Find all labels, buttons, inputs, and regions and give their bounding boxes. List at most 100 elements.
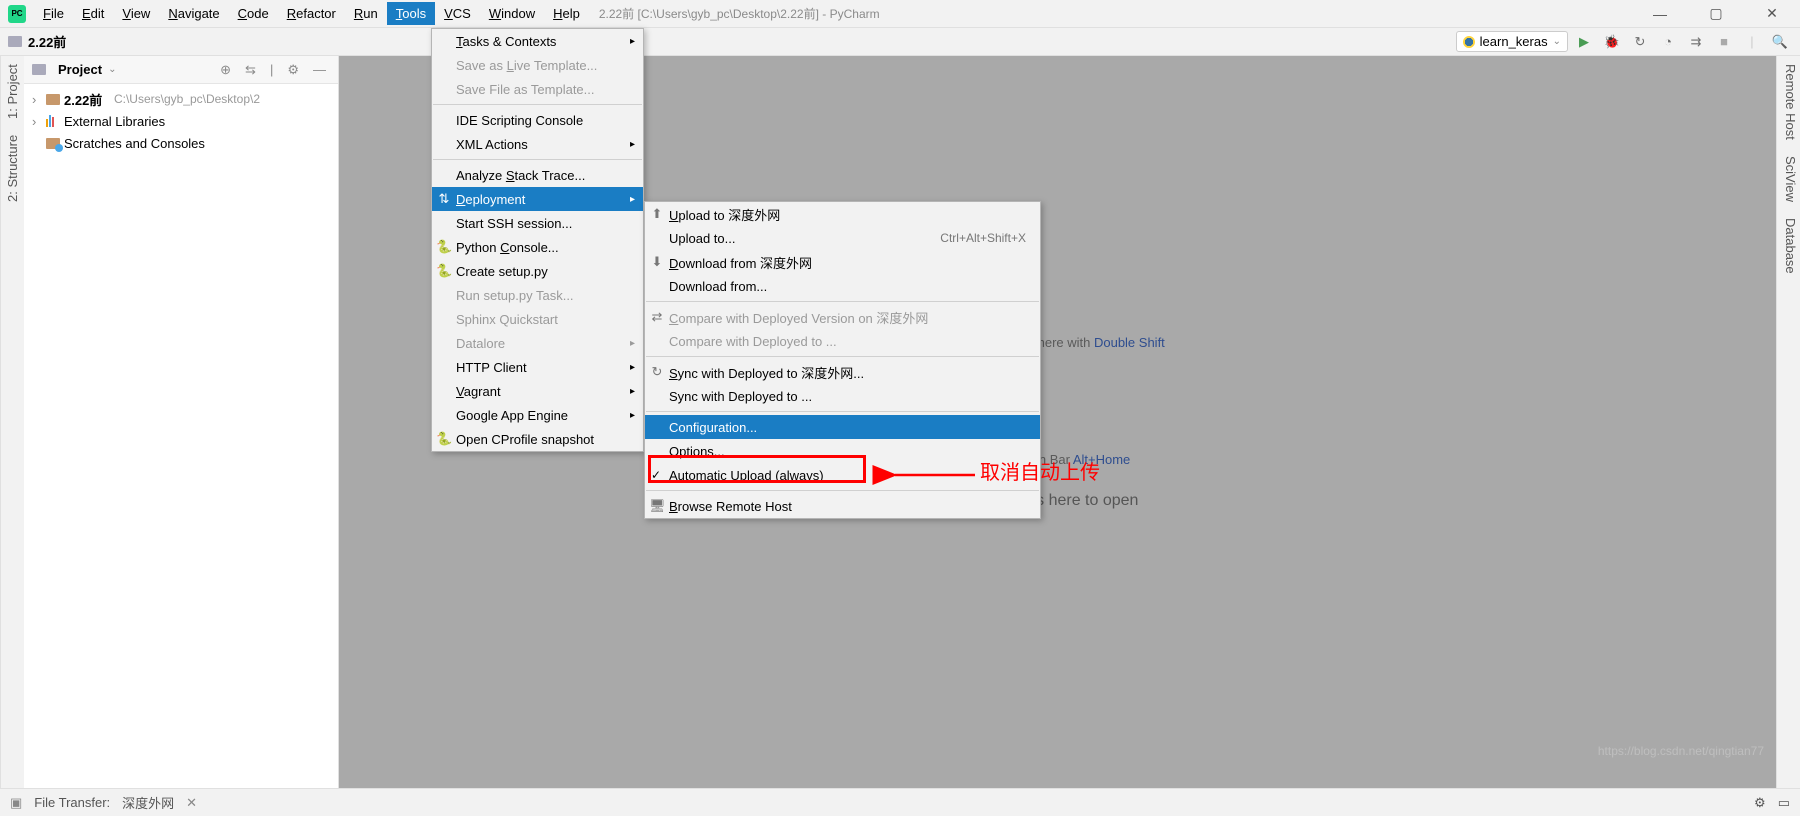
project-panel-header: Project ⌄ ⊕ ⇆ | ⚙ — bbox=[24, 56, 338, 84]
tools-item-vagrant[interactable]: Vagrant▸ bbox=[432, 379, 643, 403]
watermark: https://blog.csdn.net/qingtian77 bbox=[1598, 744, 1764, 758]
tools-item-datalore: Datalore▸ bbox=[432, 331, 643, 355]
tools-item-open-cprofile-snapshot[interactable]: 🐍Open CProfile snapshot bbox=[432, 427, 643, 451]
deploy-item-options[interactable]: Options... bbox=[645, 439, 1040, 463]
deploy-item-compare-with-deployed-to: Compare with Deployed to ... bbox=[645, 329, 1040, 353]
sciview-tab[interactable]: SciView bbox=[1779, 156, 1798, 202]
menu-run[interactable]: Run bbox=[345, 2, 387, 25]
tools-item-http-client[interactable]: HTTP Client▸ bbox=[432, 355, 643, 379]
menu-help[interactable]: Help bbox=[544, 2, 589, 25]
breadcrumb[interactable]: 2.22前 bbox=[28, 32, 66, 51]
folder-icon bbox=[8, 36, 22, 47]
tool-window-button[interactable]: ▣ bbox=[10, 795, 22, 811]
app-icon: PC bbox=[8, 5, 26, 23]
menu-refactor[interactable]: Refactor bbox=[278, 2, 345, 25]
project-tab[interactable]: 1: Project bbox=[3, 64, 22, 119]
file-transfer-server[interactable]: 深度外网 bbox=[122, 793, 174, 812]
submenu-arrow-icon: ▸ bbox=[630, 139, 635, 150]
host-icon: 🖥 bbox=[649, 498, 665, 514]
deploy-item-sync-with-deployed-to[interactable]: Sync with Deployed to ... bbox=[645, 384, 1040, 408]
submenu-arrow-icon: ▸ bbox=[630, 362, 635, 373]
menu-file[interactable]: File bbox=[34, 2, 73, 25]
expand-all-button[interactable]: ⇆ bbox=[241, 62, 260, 78]
stop-button[interactable]: ■ bbox=[1712, 30, 1736, 54]
divider: | bbox=[1740, 30, 1764, 54]
deploy-item-automatic-upload-always[interactable]: ✓Automatic Upload (always) bbox=[645, 463, 1040, 487]
deploy-item-upload-to[interactable]: ⬆Upload to 深度外网 bbox=[645, 202, 1040, 226]
deployment-submenu-popup: ⬆Upload to 深度外网Upload to...Ctrl+Alt+Shif… bbox=[644, 201, 1041, 519]
module-icon bbox=[46, 94, 60, 105]
tree-scratches[interactable]: Scratches and Consoles bbox=[24, 132, 338, 154]
menu-vcs[interactable]: VCS bbox=[435, 2, 480, 25]
menu-separator bbox=[646, 301, 1039, 302]
coverage-button[interactable]: ↻ bbox=[1628, 30, 1652, 54]
menu-separator bbox=[646, 490, 1039, 491]
up-icon: ⬆ bbox=[649, 206, 665, 222]
menu-tools[interactable]: Tools bbox=[387, 2, 435, 25]
tools-item-xml-actions[interactable]: XML Actions▸ bbox=[432, 132, 643, 156]
tools-item-deployment[interactable]: ⇅Deployment▸ bbox=[432, 187, 643, 211]
menu-separator bbox=[433, 104, 642, 105]
tree-external-libraries[interactable]: › External Libraries bbox=[24, 110, 338, 132]
project-panel-title: Project bbox=[58, 62, 102, 77]
shortcut-label: Ctrl+Alt+Shift+X bbox=[940, 231, 1026, 245]
deploy-item-upload-to[interactable]: Upload to...Ctrl+Alt+Shift+X bbox=[645, 226, 1040, 250]
settings-icon[interactable]: ⚙ bbox=[283, 62, 303, 78]
database-tab[interactable]: Database bbox=[1779, 218, 1798, 274]
divider: | bbox=[266, 62, 277, 77]
concurrency-button[interactable]: ⇉ bbox=[1684, 30, 1708, 54]
status-bar: ▣ File Transfer: 深度外网 ✕ ⚙ ▭ bbox=[0, 788, 1800, 816]
minimize-button[interactable]: — bbox=[1632, 0, 1688, 28]
debug-button[interactable]: 🐞 bbox=[1600, 30, 1624, 54]
tools-item-create-setup-py[interactable]: 🐍Create setup.py bbox=[432, 259, 643, 283]
submenu-arrow-icon: ▸ bbox=[630, 36, 635, 47]
deploy-item-compare-with-deployed-version-on: ⇄Compare with Deployed Version on 深度外网 bbox=[645, 305, 1040, 329]
deploy-item-download-from[interactable]: Download from... bbox=[645, 274, 1040, 298]
hide-button[interactable]: — bbox=[309, 62, 330, 77]
menu-separator bbox=[433, 159, 642, 160]
remote-host-tab[interactable]: Remote Host bbox=[1779, 64, 1798, 140]
window-controls: — ▢ ✕ bbox=[1632, 0, 1800, 28]
python-icon bbox=[1463, 36, 1475, 48]
menu-code[interactable]: Code bbox=[229, 2, 278, 25]
run-button[interactable]: ▶ bbox=[1572, 30, 1596, 54]
chevron-right-icon[interactable]: › bbox=[32, 114, 42, 129]
tools-menu-popup: Tasks & Contexts▸Save as Live Template..… bbox=[431, 28, 644, 452]
menu-edit[interactable]: Edit bbox=[73, 2, 113, 25]
tools-item-google-app-engine[interactable]: Google App Engine▸ bbox=[432, 403, 643, 427]
check-icon: ✓ bbox=[651, 468, 661, 482]
tools-item-save-file-as-template: Save File as Template... bbox=[432, 77, 643, 101]
profile-button[interactable]: ◔ bbox=[1656, 30, 1680, 54]
tree-root[interactable]: › 2.22前 C:\Users\gyb_pc\Desktop\2 bbox=[24, 88, 338, 110]
event-log-icon[interactable]: ⚙ bbox=[1754, 795, 1766, 811]
deploy-item-sync-with-deployed-to[interactable]: ↻Sync with Deployed to 深度外网... bbox=[645, 360, 1040, 384]
deploy-item-download-from[interactable]: ⬇Download from 深度外网 bbox=[645, 250, 1040, 274]
py-icon: 🐍 bbox=[436, 431, 452, 447]
menu-navigate[interactable]: Navigate bbox=[159, 2, 228, 25]
deploy-item-browse-remote-host[interactable]: 🖥Browse Remote Host bbox=[645, 494, 1040, 518]
project-icon bbox=[32, 64, 46, 75]
deploy-item-configuration[interactable]: Configuration... bbox=[645, 415, 1040, 439]
chevron-right-icon[interactable]: › bbox=[32, 92, 42, 107]
select-opened-file-button[interactable]: ⊕ bbox=[216, 62, 235, 78]
menu-window[interactable]: Window bbox=[480, 2, 544, 25]
window-title: 2.22前 [C:\Users\gyb_pc\Desktop\2.22前] - … bbox=[599, 5, 880, 22]
tools-item-ide-scripting-console[interactable]: IDE Scripting Console bbox=[432, 108, 643, 132]
tools-item-tasks-contexts[interactable]: Tasks & Contexts▸ bbox=[432, 29, 643, 53]
project-tree: › 2.22前 C:\Users\gyb_pc\Desktop\2 › Exte… bbox=[24, 84, 338, 158]
tools-item-python-console[interactable]: 🐍Python Console... bbox=[432, 235, 643, 259]
menu-view[interactable]: View bbox=[113, 2, 159, 25]
close-button[interactable]: ✕ bbox=[1744, 0, 1800, 28]
search-button[interactable]: 🔍 bbox=[1768, 30, 1792, 54]
maximize-button[interactable]: ▢ bbox=[1688, 0, 1744, 28]
close-icon[interactable]: ✕ bbox=[186, 795, 197, 811]
chevron-down-icon[interactable]: ⌄ bbox=[108, 64, 116, 75]
menu-separator bbox=[646, 356, 1039, 357]
tools-item-start-ssh-session[interactable]: Start SSH session... bbox=[432, 211, 643, 235]
file-transfer-label[interactable]: File Transfer: bbox=[34, 795, 110, 810]
notifications-icon[interactable]: ▭ bbox=[1778, 795, 1790, 811]
structure-tab[interactable]: 2: Structure bbox=[3, 135, 22, 202]
run-config-selector[interactable]: learn_keras ⌄ bbox=[1456, 31, 1568, 52]
py-icon: 🐍 bbox=[436, 239, 452, 255]
tools-item-analyze-stack-trace[interactable]: Analyze Stack Trace... bbox=[432, 163, 643, 187]
